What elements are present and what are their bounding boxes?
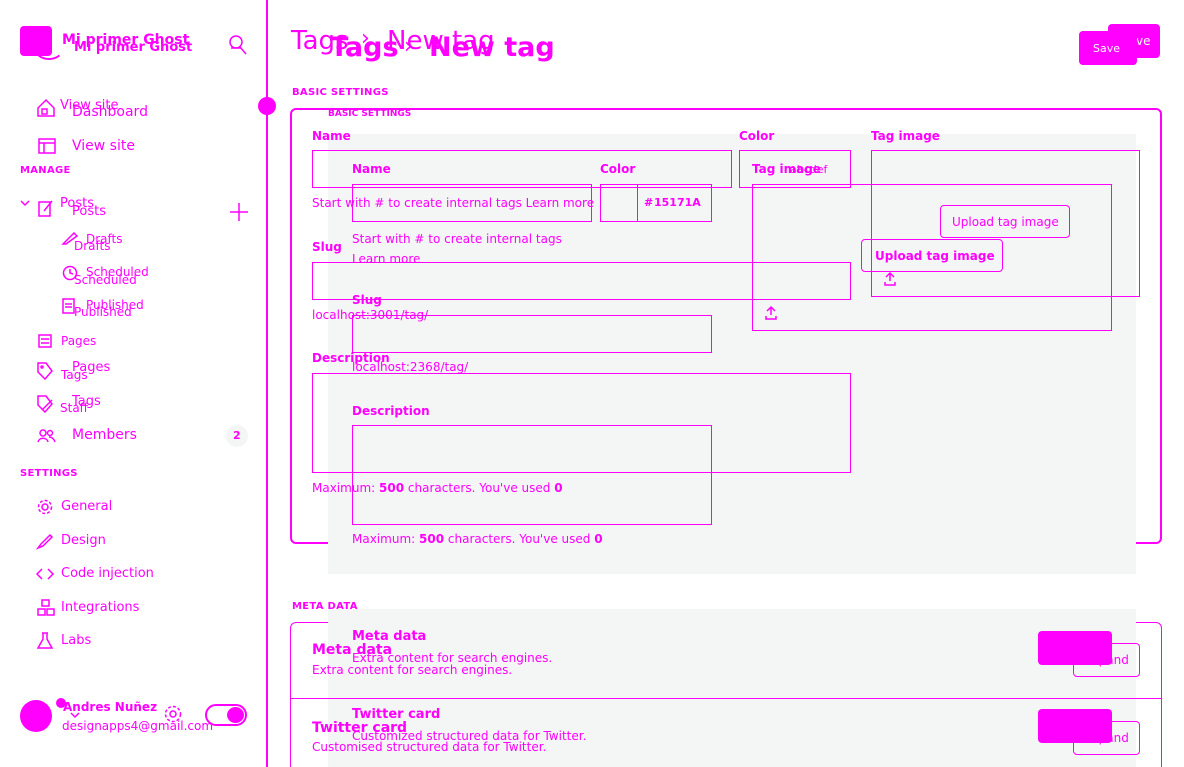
nav-general[interactable]: General — [61, 499, 112, 514]
meta-data-desc: Extra content for search engines. — [312, 663, 513, 677]
color-label-2: Color — [600, 162, 636, 176]
description-help-2: Maximum: 500 characters. You've used 0 — [352, 532, 603, 546]
members-count: 2 — [233, 429, 241, 442]
nav-labs[interactable]: Labs — [61, 633, 91, 648]
user-email: designapps4@gmail.com — [62, 719, 214, 733]
manage-heading: MANAGE — [20, 165, 71, 176]
meta-expand-button-2[interactable] — [1038, 631, 1112, 665]
night-mode-toggle[interactable] — [205, 704, 247, 726]
site-name-ghost: Mi primer Ghost — [74, 40, 193, 55]
description-help-prefix-2: Maximum: — [352, 532, 416, 546]
twitter-card-title-2: Twitter card — [352, 707, 441, 722]
color-label: Color — [739, 129, 775, 143]
name-input-2[interactable] — [352, 184, 592, 222]
nav-pages[interactable]: Pages — [61, 334, 96, 348]
nav-dashboard[interactable]: Dashboard — [72, 104, 148, 120]
meta-data-desc-2: Extra content for search engines. — [352, 651, 553, 665]
nav-posts-2[interactable]: Posts — [72, 204, 106, 219]
sidebar: Mi primer Ghost Mi primer Ghost View sit… — [0, 0, 268, 767]
basic-settings-heading-2: BASIC SETTINGS — [328, 109, 412, 119]
description-label-2: Description — [352, 404, 430, 418]
name-label: Name — [312, 129, 351, 143]
twitter-card-desc-2: Customised structured data for Twitter. — [312, 740, 547, 754]
page-title-2: New tag — [429, 32, 555, 63]
slug-label-2: Slug — [352, 293, 382, 307]
description-help-used-2: 0 — [594, 532, 603, 546]
sidebar-resize-handle[interactable] — [258, 97, 276, 115]
breadcrumb-separator-2: › — [404, 34, 413, 59]
nav-pages-2[interactable]: Pages — [72, 360, 110, 375]
name-label-2: Name — [352, 162, 391, 176]
nav-view-site-2[interactable]: View site — [72, 138, 135, 154]
nav-scheduled-2[interactable]: Scheduled — [74, 273, 137, 287]
description-textarea-2[interactable] — [352, 425, 712, 525]
nav-code-injection[interactable]: Code injection — [61, 566, 154, 581]
slug-input-2[interactable] — [352, 315, 712, 353]
meta-data-divider — [291, 698, 1161, 699]
upload-tag-image-label-2: Upload tag image — [875, 249, 995, 263]
nav-tags-2[interactable]: Tags — [72, 394, 101, 409]
ghost-logo-icon — [34, 36, 64, 60]
avatar[interactable] — [20, 700, 52, 732]
meta-data-title-2: Meta data — [352, 629, 427, 644]
slug-url-2: localhost:2368/tag/ — [352, 360, 469, 374]
twitter-expand-button-2[interactable] — [1038, 709, 1112, 743]
save-label-2: Save — [1093, 42, 1121, 55]
slug-label: Slug — [312, 240, 342, 254]
description-help-mid-2: characters. You've used — [447, 532, 591, 546]
color-value-2: 15171A — [654, 196, 701, 209]
nav-published-2[interactable]: Published — [74, 305, 132, 319]
nav-design[interactable]: Design — [61, 533, 106, 548]
breadcrumb-tags-2[interactable]: Tags — [330, 32, 399, 63]
nav-integrations[interactable]: Integrations — [61, 600, 139, 615]
tag-image-label: Tag image — [871, 129, 940, 143]
nav-drafts-2[interactable]: Drafts — [74, 239, 111, 253]
description-help-max-2: 500 — [419, 532, 445, 546]
name-help-text-2: Start with # to create internal tags Lea… — [352, 232, 562, 266]
user-name[interactable]: Andres Nuñez — [63, 700, 157, 714]
color-swatch[interactable] — [600, 184, 638, 222]
color-hash: # — [644, 196, 654, 209]
nav-members[interactable]: Members — [72, 427, 137, 443]
settings-heading: SETTINGS — [20, 468, 78, 479]
basic-settings-heading: BASIC SETTINGS — [292, 87, 389, 98]
tag-image-label-2: Tag image — [752, 162, 821, 176]
